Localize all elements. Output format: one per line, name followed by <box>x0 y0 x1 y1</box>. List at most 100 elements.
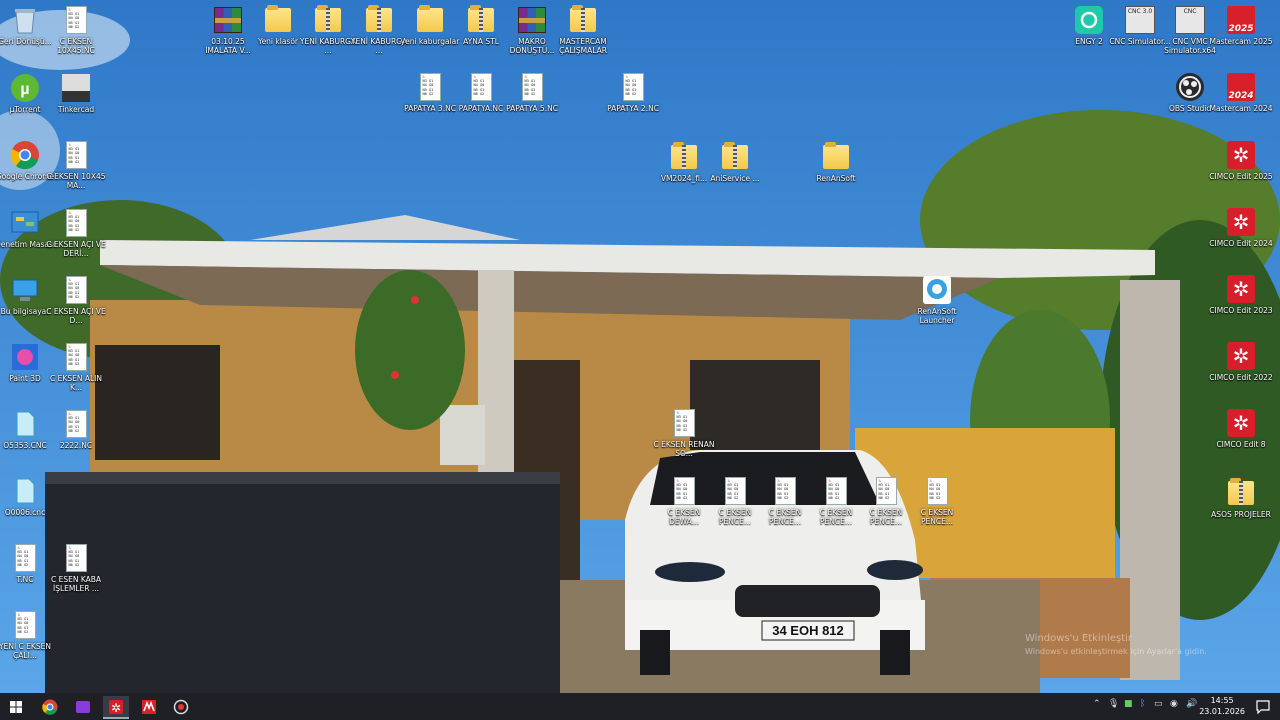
record-icon <box>173 699 189 714</box>
bluetooth-icon[interactable]: ᛒ <box>1140 699 1145 709</box>
mastercam-2024-label: Mastercam 2024 <box>1209 104 1273 113</box>
file-c-esen-kaba[interactable]: % N3 G1 N4 G0 N5 G1 N6 G2 C ESEN KABA İŞLEML… <box>44 543 108 593</box>
nc-file-icon: % N3 G1 N4 G0 N5 G1 N6 G2 <box>669 408 699 438</box>
start-button[interactable] <box>3 696 29 717</box>
folder-mastercam-calismalar[interactable]: MASTERCAM ÇALIŞMALAR <box>551 5 615 55</box>
nc-file-icon: % N3 G1 N4 G0 N5 G1 N6 G2 <box>61 342 91 372</box>
file-c-eksen-renan[interactable]: % N3 G1 N4 G0 N5 G1 N6 G2 C EKSEN RENAN SO..… <box>652 408 716 458</box>
cimco-label: CIMCO Edit 2022 <box>1209 373 1273 382</box>
engy-icon <box>1074 5 1104 35</box>
cimco-label: CIMCO Edit 2023 <box>1209 306 1273 315</box>
mastercam-icon: 2024 <box>1226 72 1256 102</box>
network-icon[interactable]: ◉ <box>1170 699 1178 709</box>
renansoft-launcher-shortcut[interactable]: RenAnSoft Launcher <box>905 275 969 325</box>
cimco-icon: ✲ <box>1226 207 1256 237</box>
windows-logo-icon <box>10 700 22 713</box>
tinkercad-icon <box>61 73 91 103</box>
file-papatya-2[interactable]: % N3 G1 N4 G0 N5 G1 N6 G2 PAPATYA 2.NC <box>601 72 665 113</box>
file-label: PAPATYA 2.NC <box>607 104 659 113</box>
clock-time: 14:55 <box>1210 696 1234 705</box>
notification-center-button[interactable] <box>1250 696 1276 717</box>
file-c-eksen-aci-deri[interactable]: % N3 G1 N4 G0 N5 G1 N6 G2 C EKSEN AÇI VE DER… <box>44 208 108 258</box>
show-hidden-icons-chevron-icon[interactable]: ⌃ <box>1093 699 1101 709</box>
volume-icon[interactable]: 🔊 <box>1186 699 1197 709</box>
folder-renansoft[interactable]: RenAnSoft <box>804 142 868 183</box>
app-tray-icon[interactable]: ■ <box>1124 699 1133 709</box>
renansoft-launcher-icon <box>922 275 952 305</box>
nc-file-icon: % N3 G1 N4 G0 N5 G1 N6 G2 <box>871 476 901 506</box>
recycle-bin-icon <box>10 5 40 35</box>
mastercam-2025-label: Mastercam 2025 <box>1209 37 1273 46</box>
cimco-2023-shortcut[interactable]: ✲ CIMCO Edit 2023 <box>1209 274 1273 315</box>
nc-file-icon: % N3 G1 N4 G0 N5 G1 N6 G2 <box>61 208 91 238</box>
cimco-icon: ✲ <box>1226 341 1256 371</box>
cimco-icon: ✲ <box>1226 140 1256 170</box>
cimco-8-shortcut[interactable]: ✲ CIMCO Edit 8 <box>1209 408 1273 449</box>
nc-file-icon: % N3 G1 N4 G0 N5 G1 N6 G2 <box>669 476 699 506</box>
taskbar-chrome[interactable] <box>37 696 63 717</box>
cnc-file-icon <box>10 476 40 506</box>
mastercam-2024-shortcut[interactable]: 2024 Mastercam 2024 <box>1209 72 1273 113</box>
utorrent-icon: µ <box>10 73 40 103</box>
cimco-label: CIMCO Edit 2025 <box>1209 172 1273 181</box>
file-label: C EKSEN PENCE... <box>920 508 954 526</box>
watermark-subtitle: Windows'u etkinleştirmek için Ayarlar'a … <box>1025 647 1207 656</box>
watermark-title: Windows'u Etkinleştir <box>1025 633 1133 644</box>
nc-file-icon: % N3 G1 N4 G0 N5 G1 N6 G2 <box>821 476 851 506</box>
nc-file-icon: % N3 G1 N4 G0 N5 G1 N6 G2 <box>415 72 445 102</box>
taskbar: ✲ ⌃ 🎙 ■ ᛒ ▭ ◉ 🔊 14:55 23.01.2026 <box>0 693 1280 720</box>
file-c-eksen-10x45-ma[interactable]: % N3 G1 N4 G0 N5 G1 N6 G2 C EKSEN 10X45 MA..… <box>44 140 108 190</box>
file-papatya-5[interactable]: % N3 G1 N4 G0 N5 G1 N6 G2 PAPATYA 5.NC <box>500 72 564 113</box>
taskbar-app-purple[interactable] <box>70 696 96 717</box>
folder-label: ASOS PROJELER <box>1211 510 1271 519</box>
zip-folder-icon <box>568 5 598 35</box>
file-c-eksen-aci-ve-d[interactable]: % N3 G1 N4 G0 N5 G1 N6 G2 C EKSEN AÇI VE D..… <box>44 275 108 325</box>
tinkercad-label: Tinkercad <box>57 105 95 114</box>
cimco-icon: ✲ <box>109 699 123 715</box>
tinkercad-shortcut[interactable]: Tinkercad <box>44 73 108 114</box>
folder-aniservice[interactable]: AniService ... <box>703 142 767 183</box>
file-c-eksen-pence-5[interactable]: % N3 G1 N4 G0 N5 G1 N6 G2 C EKSEN PENCE... <box>905 476 969 526</box>
file-label: C ESEN KABA İŞLEMLER ... <box>50 575 102 593</box>
winrar-archive-icon <box>213 5 243 35</box>
nc-file-icon: % N3 G1 N4 G0 N5 G1 N6 G2 <box>618 72 648 102</box>
cimco-label: CIMCO Edit 2024 <box>1209 239 1273 248</box>
cnc-simulator-icon: CNC 3.0 <box>1125 5 1155 35</box>
taskbar-clock[interactable]: 14:55 23.01.2026 <box>1199 695 1245 717</box>
file-label: C EKSEN AÇI VE DERİ... <box>46 240 106 258</box>
cimco-2025-shortcut[interactable]: ✲ CIMCO Edit 2025 <box>1209 140 1273 181</box>
taskbar-mastercam[interactable] <box>136 696 162 717</box>
mastercam-2025-shortcut[interactable]: 2025 Mastercam 2025 <box>1209 5 1273 46</box>
file-c-eksen-10x45[interactable]: % N3 G1 N4 G0 N5 G1 N6 G2 C EKSEN 10X45.NC <box>44 5 108 55</box>
battery-icon[interactable]: ▭ <box>1154 699 1163 709</box>
folder-label: AniService ... <box>710 174 760 183</box>
cnc-vmc-icon: CNC <box>1175 5 1205 35</box>
chrome-icon <box>42 699 58 715</box>
folder-label: MASTERCAM ÇALIŞMALAR <box>559 37 607 55</box>
file-label: C EKSEN ALIN K... <box>50 374 102 392</box>
zip-folder-icon <box>466 5 496 35</box>
file-c-eksen-alin[interactable]: % N3 G1 N4 G0 N5 G1 N6 G2 C EKSEN ALIN K... <box>44 342 108 392</box>
control-panel-icon <box>10 208 40 238</box>
file-o0006[interactable]: O0006.cnc <box>0 476 57 517</box>
nc-file-icon: % N3 G1 N4 G0 N5 G1 N6 G2 <box>922 476 952 506</box>
taskbar-app-recorder[interactable] <box>168 696 194 717</box>
file-label: PAPATYA 5.NC <box>506 104 558 113</box>
nc-file-icon: % N3 G1 N4 G0 N5 G1 N6 G2 <box>770 476 800 506</box>
cimco-2022-shortcut[interactable]: ✲ CIMCO Edit 2022 <box>1209 341 1273 382</box>
cimco-2024-shortcut[interactable]: ✲ CIMCO Edit 2024 <box>1209 207 1273 248</box>
svg-text:µ: µ <box>20 81 29 98</box>
file-yeni-c-eksen[interactable]: % N3 G1 N4 G0 N5 G1 N6 G2 YENİ C EKSEN ÇALI.… <box>0 610 57 660</box>
nc-file-icon: % N3 G1 N4 G0 N5 G1 N6 G2 <box>61 409 91 439</box>
file-2222[interactable]: % N3 G1 N4 G0 N5 G1 N6 G2 2222.NC <box>44 409 108 450</box>
microphone-icon[interactable]: 🎙 <box>1108 699 1119 709</box>
paint3d-icon <box>10 342 40 372</box>
file-label: C EKSEN 10X45 MA... <box>46 172 106 190</box>
folder-asos-projeler[interactable]: ASOS PROJELER <box>1209 478 1273 519</box>
nc-file-icon: % N3 G1 N4 G0 N5 G1 N6 G2 <box>517 72 547 102</box>
windows-activation-watermark: Windows'u Etkinleştir Windows'u etkinleş… <box>1025 632 1207 658</box>
taskbar-cimco[interactable]: ✲ <box>103 696 129 719</box>
folder-icon <box>415 5 445 35</box>
notification-icon <box>1256 699 1270 714</box>
chrome-icon <box>10 140 40 170</box>
